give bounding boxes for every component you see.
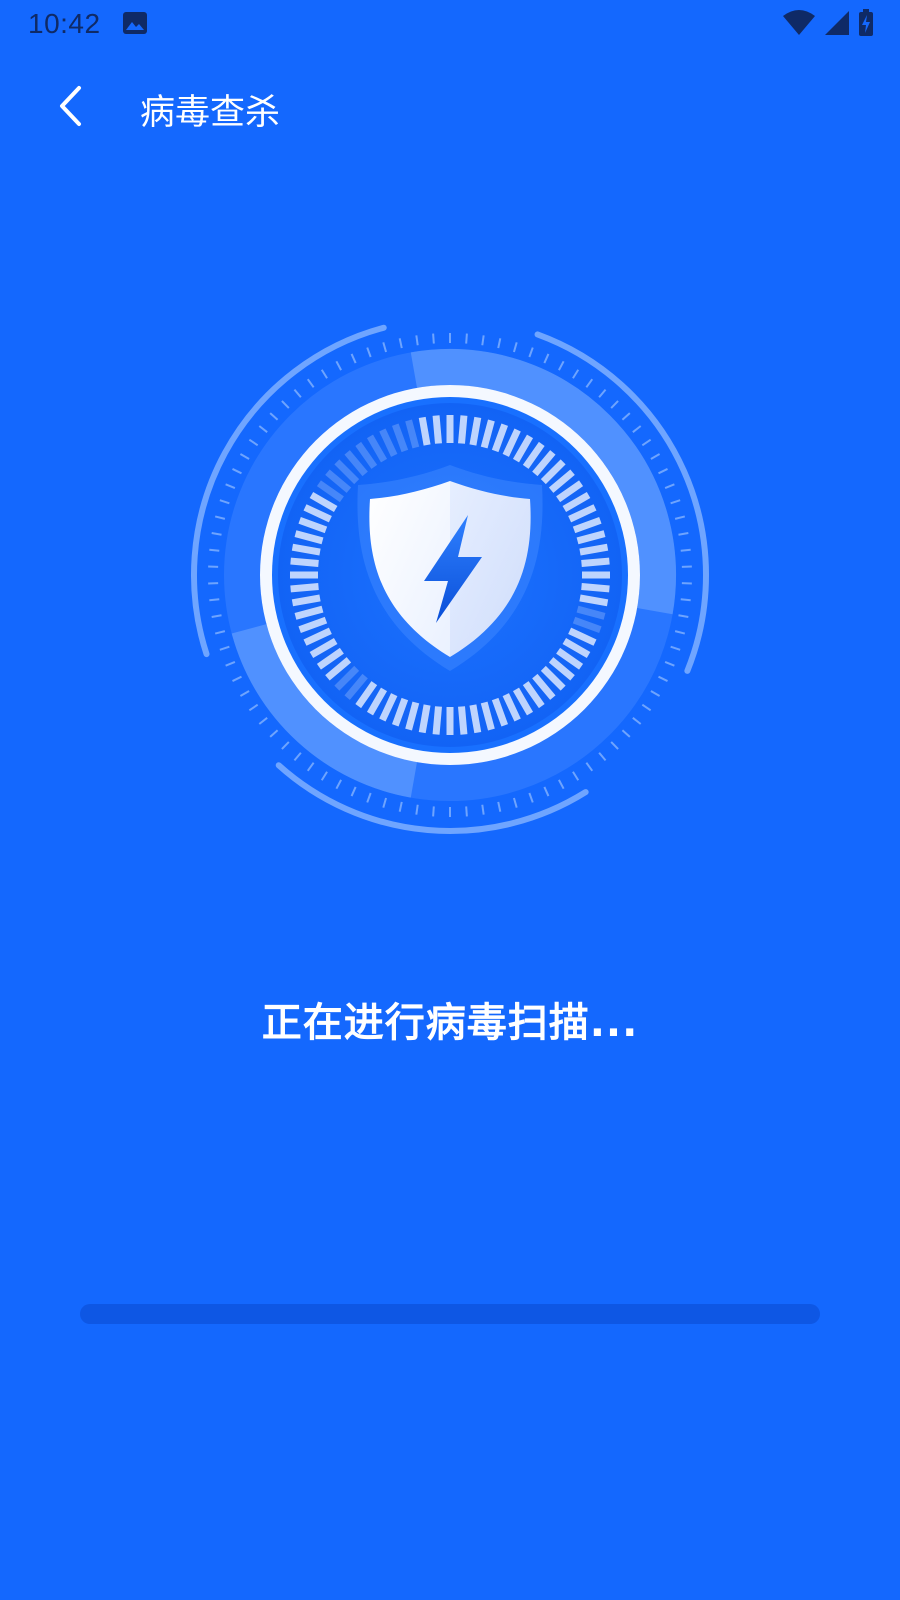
- status-bar: 10:42: [0, 0, 900, 50]
- app-header: 病毒查杀: [0, 70, 900, 146]
- scan-rings: [191, 324, 709, 834]
- scan-progress-bar: [80, 1304, 820, 1324]
- gallery-icon: [122, 11, 148, 39]
- back-button[interactable]: [44, 76, 96, 140]
- cell-signal-icon: [824, 10, 850, 40]
- scan-status-text: 正在进行病毒扫描...: [261, 1000, 639, 1046]
- battery-charging-icon: [858, 9, 874, 41]
- chevron-left-icon: [55, 84, 85, 132]
- wifi-icon: [782, 10, 816, 40]
- scan-animation: [180, 305, 720, 845]
- status-time: 10:42: [28, 8, 101, 39]
- page-title: 病毒查杀: [140, 93, 281, 133]
